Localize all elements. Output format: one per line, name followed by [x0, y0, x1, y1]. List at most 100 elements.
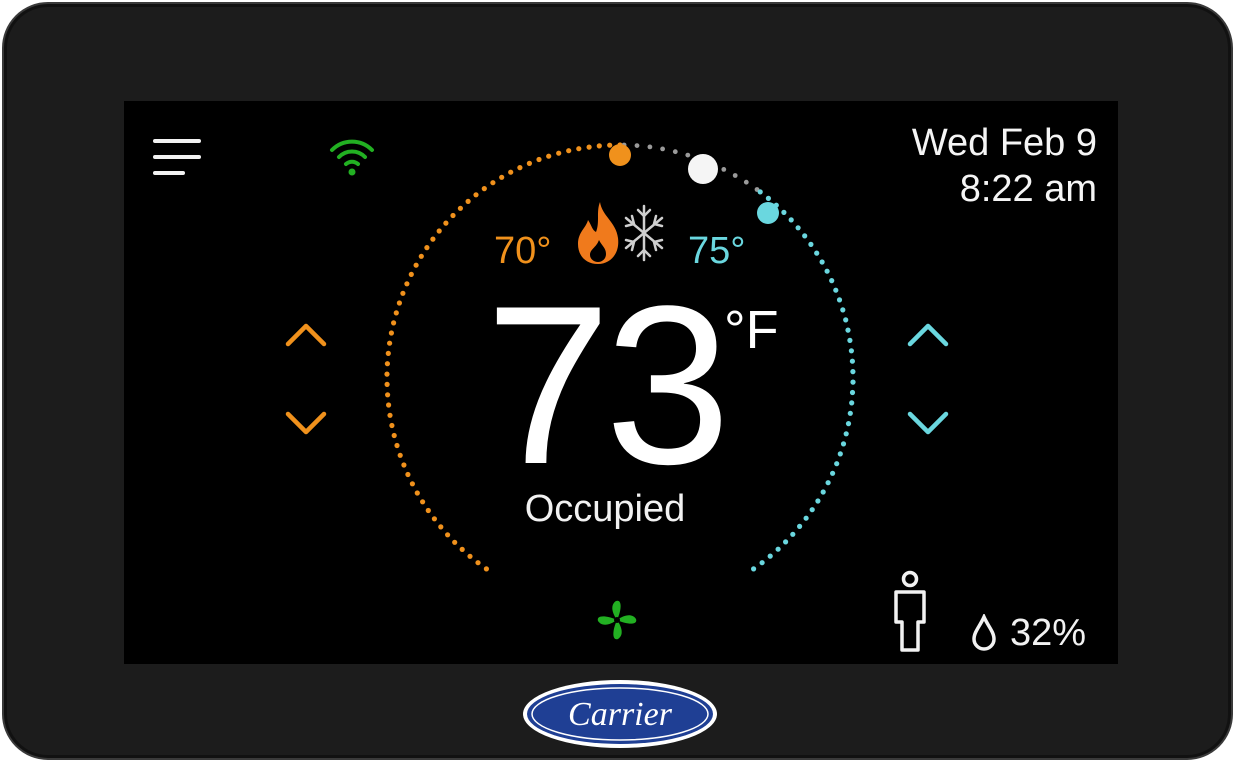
flame-icon: [578, 202, 619, 264]
cool-up-arrow-icon[interactable]: [906, 320, 950, 350]
cool-arc-dot: [781, 209, 787, 215]
cool-arc-dot: [845, 327, 851, 333]
heat-down-arrow-icon[interactable]: [284, 408, 328, 438]
heat-arc-dot: [596, 143, 602, 149]
heat-arc-dot: [389, 422, 395, 429]
heat-arc-dot: [450, 212, 456, 219]
cool-arc-dot: [783, 539, 789, 545]
cool-arc-dot: [843, 431, 849, 437]
heat-arc-dot: [384, 381, 390, 387]
deadband-arc-dot: [685, 152, 691, 158]
cool-arc-dot: [834, 461, 840, 467]
heat-arc-dot: [400, 290, 406, 296]
cool-arc-dot: [751, 566, 757, 572]
cool-arc-dot: [765, 195, 772, 201]
deadband-arc-dot: [721, 167, 727, 172]
heat-arc-dot: [418, 253, 424, 259]
heat-arc-dot: [425, 507, 431, 514]
cool-arc-dot: [830, 470, 836, 476]
heat-arc-dot: [443, 220, 449, 226]
heat-arc-dot: [401, 462, 407, 468]
cool-arc-dot: [829, 278, 835, 284]
heat-arc-dot: [393, 310, 399, 316]
cool-arc-dot: [757, 189, 763, 195]
cool-arc-dot: [843, 317, 849, 323]
cool-arc-dot: [845, 421, 852, 427]
cool-arc-dot: [847, 410, 853, 416]
snowflake-icon: [624, 204, 664, 262]
heat-arc-dot: [405, 471, 411, 478]
heat-arc-dot: [546, 153, 552, 159]
heat-arc-dot: [391, 432, 397, 439]
heat-arc-dot: [387, 340, 393, 346]
heat-arc-dot: [384, 361, 390, 367]
heat-arc-dot: [397, 452, 403, 458]
heat-arc-dot: [431, 516, 437, 522]
heat-arc-dot: [420, 499, 426, 505]
cool-arc-dot: [836, 297, 843, 303]
cool-arc-dot: [819, 259, 825, 265]
heat-up-arrow-icon[interactable]: [284, 320, 328, 350]
deadband-arc-dot: [743, 179, 749, 185]
cool-arc-dot: [808, 241, 814, 247]
heat-arc-dot: [396, 300, 402, 306]
cool-arc-dot: [847, 337, 853, 343]
cool-arc-dot: [840, 441, 847, 447]
cool-arc-dot: [767, 553, 773, 559]
cool-arc-dot: [848, 348, 855, 354]
heat-arc-dot: [409, 481, 415, 487]
person-icon[interactable]: [890, 570, 930, 654]
heat-arc-dot: [465, 198, 471, 204]
cool-arc-dot: [837, 451, 843, 457]
cool-arc-dot: [795, 225, 801, 231]
cool-arc-dot: [825, 480, 831, 486]
cool-down-arrow-icon[interactable]: [906, 408, 950, 438]
cool-arc-dot: [815, 498, 821, 504]
heat-arc-dot: [388, 330, 394, 336]
brand-name: Carrier: [568, 696, 673, 733]
cool-arc-dot: [849, 389, 856, 396]
heat-arc-dot: [394, 442, 400, 449]
heat-setpoint-handle[interactable]: [609, 144, 631, 166]
heat-arc-dot: [586, 144, 592, 150]
current-temperature: 73: [485, 258, 730, 511]
heat-arc-dot: [424, 245, 430, 251]
heat-arc-dot: [556, 150, 562, 156]
heat-arc-dot: [481, 186, 487, 192]
cool-arc-dot: [790, 531, 796, 537]
heat-arc-dot: [475, 560, 481, 566]
heat-arc-dot: [490, 180, 496, 186]
heat-arc-dot: [384, 371, 390, 377]
heat-arc-dot: [385, 392, 391, 398]
cool-arc-dot: [788, 217, 794, 223]
heat-arc-dot: [483, 566, 489, 572]
heat-arc-dot: [445, 532, 451, 538]
heat-arc-dot: [457, 205, 463, 211]
heat-arc-dot: [517, 165, 523, 171]
humidity-value: 32%: [1010, 612, 1087, 654]
deadband-arc-dot: [647, 144, 653, 150]
cool-setpoint-handle[interactable]: [757, 202, 779, 224]
heat-arc-dot: [387, 412, 393, 418]
heat-arc-dot: [566, 148, 572, 154]
heat-arc-dot: [391, 320, 397, 326]
heat-arc-dot: [386, 402, 392, 408]
cool-arc-dot: [797, 523, 803, 530]
deadband-arc-dot: [732, 173, 738, 178]
heat-arc-dot: [536, 156, 542, 163]
heat-arc-dot: [385, 350, 391, 356]
occupancy-status: Occupied: [524, 488, 686, 530]
cool-arc-dot: [849, 358, 856, 364]
cool-arc-dot: [820, 489, 826, 495]
deadband-arc-dot: [672, 149, 678, 155]
cool-arc-dot: [775, 546, 781, 552]
heat-arc-dot: [473, 192, 479, 198]
temperature-unit: °F: [724, 300, 779, 360]
cool-arc-dot: [824, 268, 830, 274]
cool-arc-dot: [833, 287, 839, 293]
heat-arc-dot: [576, 146, 582, 152]
heat-arc-dot: [526, 160, 533, 166]
fan-icon[interactable]: [594, 597, 640, 643]
cool-arc-dot: [849, 400, 855, 406]
heat-arc-dot: [452, 539, 458, 545]
